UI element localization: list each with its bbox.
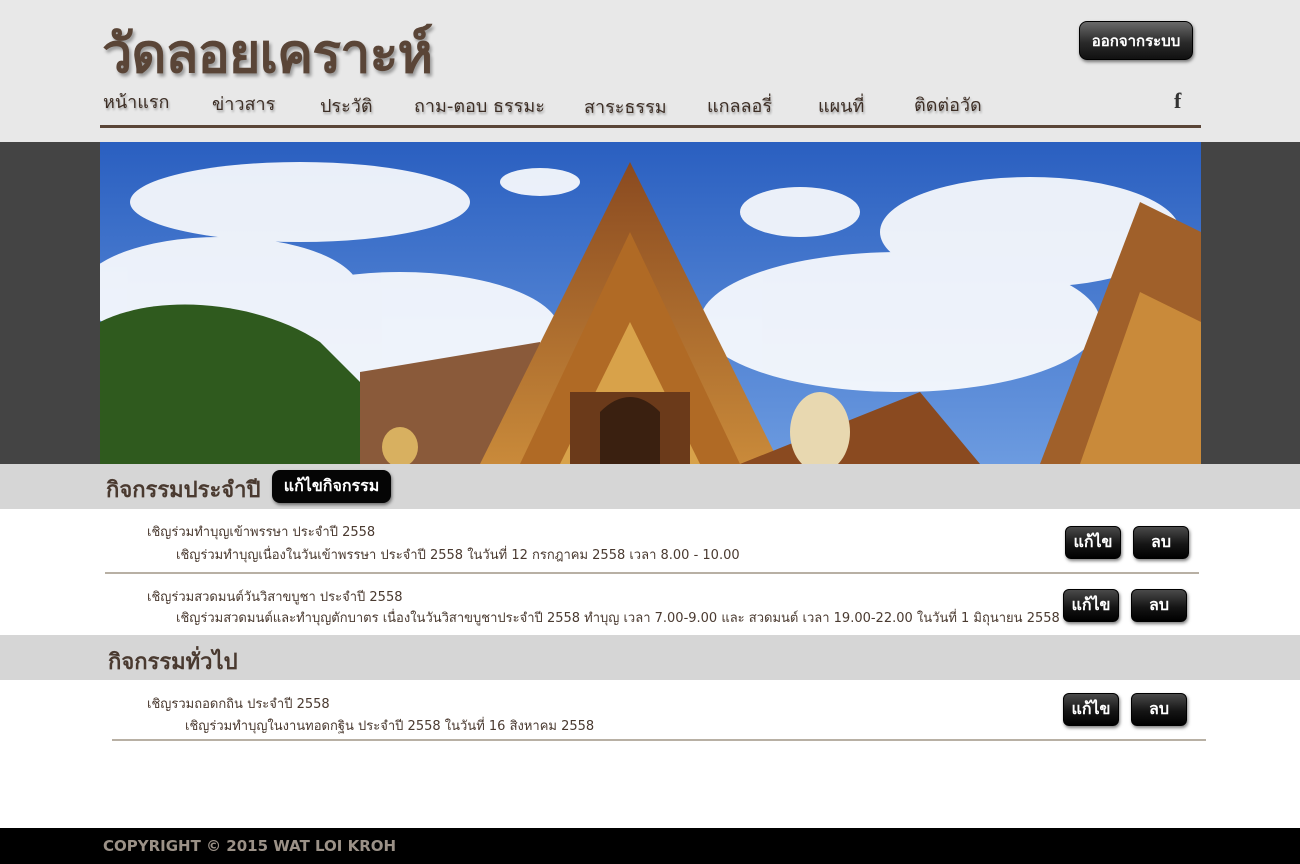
activity-separator <box>112 739 1206 741</box>
annual-activities-title: กิจกรรมประจำปี <box>106 478 261 503</box>
facebook-icon[interactable]: f <box>1174 88 1181 114</box>
nav-news[interactable]: ข่าวสาร <box>212 89 275 118</box>
nav-gallery[interactable]: แกลลอรี่ <box>707 91 772 120</box>
logout-button[interactable]: ออกจากระบบ <box>1079 21 1193 60</box>
activity-description: เชิญร่วมทำบุญในงานทอดกฐิน ประจำปี 2558 ใ… <box>185 719 595 734</box>
delete-button[interactable]: ลบ <box>1131 693 1187 726</box>
edit-activities-button[interactable]: แก้ไขกิจกรรม <box>272 470 391 503</box>
activity-description: เชิญร่วมสวดมนต์และทำบุญตักบาตร เนื่องในว… <box>176 611 1060 626</box>
activity-separator <box>105 572 1199 574</box>
site-title: วัดลอยเคราะห์ <box>102 22 433 85</box>
nav-dharma-essence[interactable]: สาระธรรม <box>584 92 667 121</box>
edit-button[interactable]: แก้ไข <box>1065 526 1121 559</box>
activity-title: เชิญร่วมทำบุญเข้าพรรษา ประจำปี 2558 <box>147 525 376 540</box>
copyright-text: COPYRIGHT © 2015 WAT LOI KROH <box>103 837 397 855</box>
nav-divider <box>100 125 1201 128</box>
activity-title: เชิญรวมถอดกถิน ประจำปี 2558 <box>147 697 330 712</box>
delete-button[interactable]: ลบ <box>1133 526 1189 559</box>
nav-home[interactable]: หน้าแรก <box>103 87 169 116</box>
footer: COPYRIGHT © 2015 WAT LOI KROH <box>0 828 1300 864</box>
delete-button[interactable]: ลบ <box>1131 589 1187 622</box>
edit-button[interactable]: แก้ไข <box>1063 693 1119 726</box>
nav-contact[interactable]: ติดต่อวัด <box>914 90 982 119</box>
general-activities-title: กิจกรรมทั่วไป <box>108 650 238 675</box>
nav-map[interactable]: แผนที่ <box>818 91 864 120</box>
nav-history[interactable]: ประวัติ <box>320 91 373 120</box>
temple-illustration <box>100 142 1201 464</box>
temple-banner-image <box>100 142 1201 464</box>
activity-description: เชิญร่วมทำบุญเนื่องในวันเข้าพรรษา ประจำป… <box>176 548 740 563</box>
main-nav: หน้าแรก ข่าวสาร ประวัติ ถาม-ตอบ ธรรมะ สา… <box>102 86 1202 126</box>
edit-button[interactable]: แก้ไข <box>1063 589 1119 622</box>
activity-title: เชิญร่วมสวดมนต์วันวิสาขบูชา ประจำปี 2558 <box>147 590 403 605</box>
nav-dharma-qa[interactable]: ถาม-ตอบ ธรรมะ <box>414 91 545 120</box>
